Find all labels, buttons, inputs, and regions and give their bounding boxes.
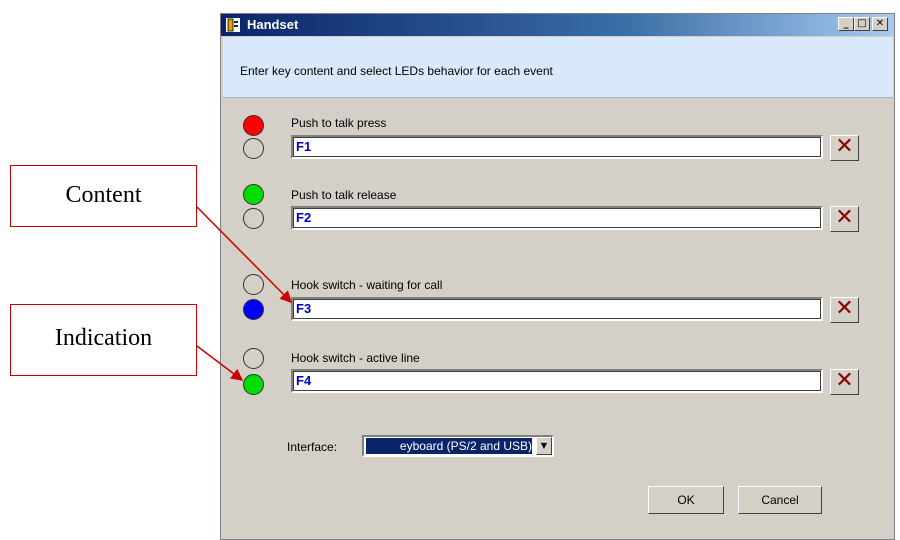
led-top-event-4[interactable] [243, 348, 264, 369]
event-content-input-1[interactable]: F1 [291, 135, 823, 159]
handset-dialog: Handset _ □ ✕ Enter key content and sele… [220, 13, 895, 540]
event-content-input-2[interactable]: F2 [291, 206, 823, 230]
clear-event-3-button[interactable]: ✕ [830, 297, 859, 323]
interface-label: Interface: [287, 440, 338, 454]
led-bottom-event-4[interactable] [243, 374, 264, 395]
led-bottom-event-1[interactable] [243, 138, 264, 159]
event-label-hook-switch-active: Hook switch - active line [291, 351, 420, 365]
cancel-button[interactable]: Cancel [738, 486, 822, 514]
title-bar[interactable]: Handset _ □ ✕ [221, 14, 894, 36]
content-callout: Content [10, 165, 197, 227]
led-bottom-event-2[interactable] [243, 208, 264, 229]
interface-selected-value: eyboard (PS/2 and USB) [366, 438, 532, 454]
interface-select[interactable]: eyboard (PS/2 and USB) ▼ [362, 435, 554, 457]
event-content-input-4[interactable]: F4 [291, 369, 823, 393]
window-title: Handset [247, 17, 299, 32]
maximize-button[interactable]: □ [854, 17, 870, 31]
chevron-down-icon[interactable]: ▼ [536, 437, 552, 455]
instruction-panel: Enter key content and select LEDs behavi… [223, 37, 893, 98]
led-top-event-1[interactable] [243, 115, 264, 136]
instruction-text: Enter key content and select LEDs behavi… [240, 64, 553, 78]
event-content-input-3[interactable]: F3 [291, 297, 823, 321]
led-bottom-event-3[interactable] [243, 299, 264, 320]
event-label-push-to-talk-press: Push to talk press [291, 116, 387, 130]
clear-event-2-button[interactable]: ✕ [830, 206, 859, 232]
event-label-hook-switch-waiting: Hook switch - waiting for call [291, 278, 443, 292]
phone-app-icon [226, 18, 240, 32]
ok-button[interactable]: OK [648, 486, 724, 514]
led-top-event-2[interactable] [243, 184, 264, 205]
led-top-event-3[interactable] [243, 274, 264, 295]
minimize-button[interactable]: _ [838, 17, 854, 31]
clear-event-4-button[interactable]: ✕ [830, 369, 859, 395]
close-button[interactable]: ✕ [872, 17, 888, 31]
event-label-push-to-talk-release: Push to talk release [291, 188, 397, 202]
clear-event-1-button[interactable]: ✕ [830, 135, 859, 161]
indication-callout: Indication [10, 304, 197, 376]
